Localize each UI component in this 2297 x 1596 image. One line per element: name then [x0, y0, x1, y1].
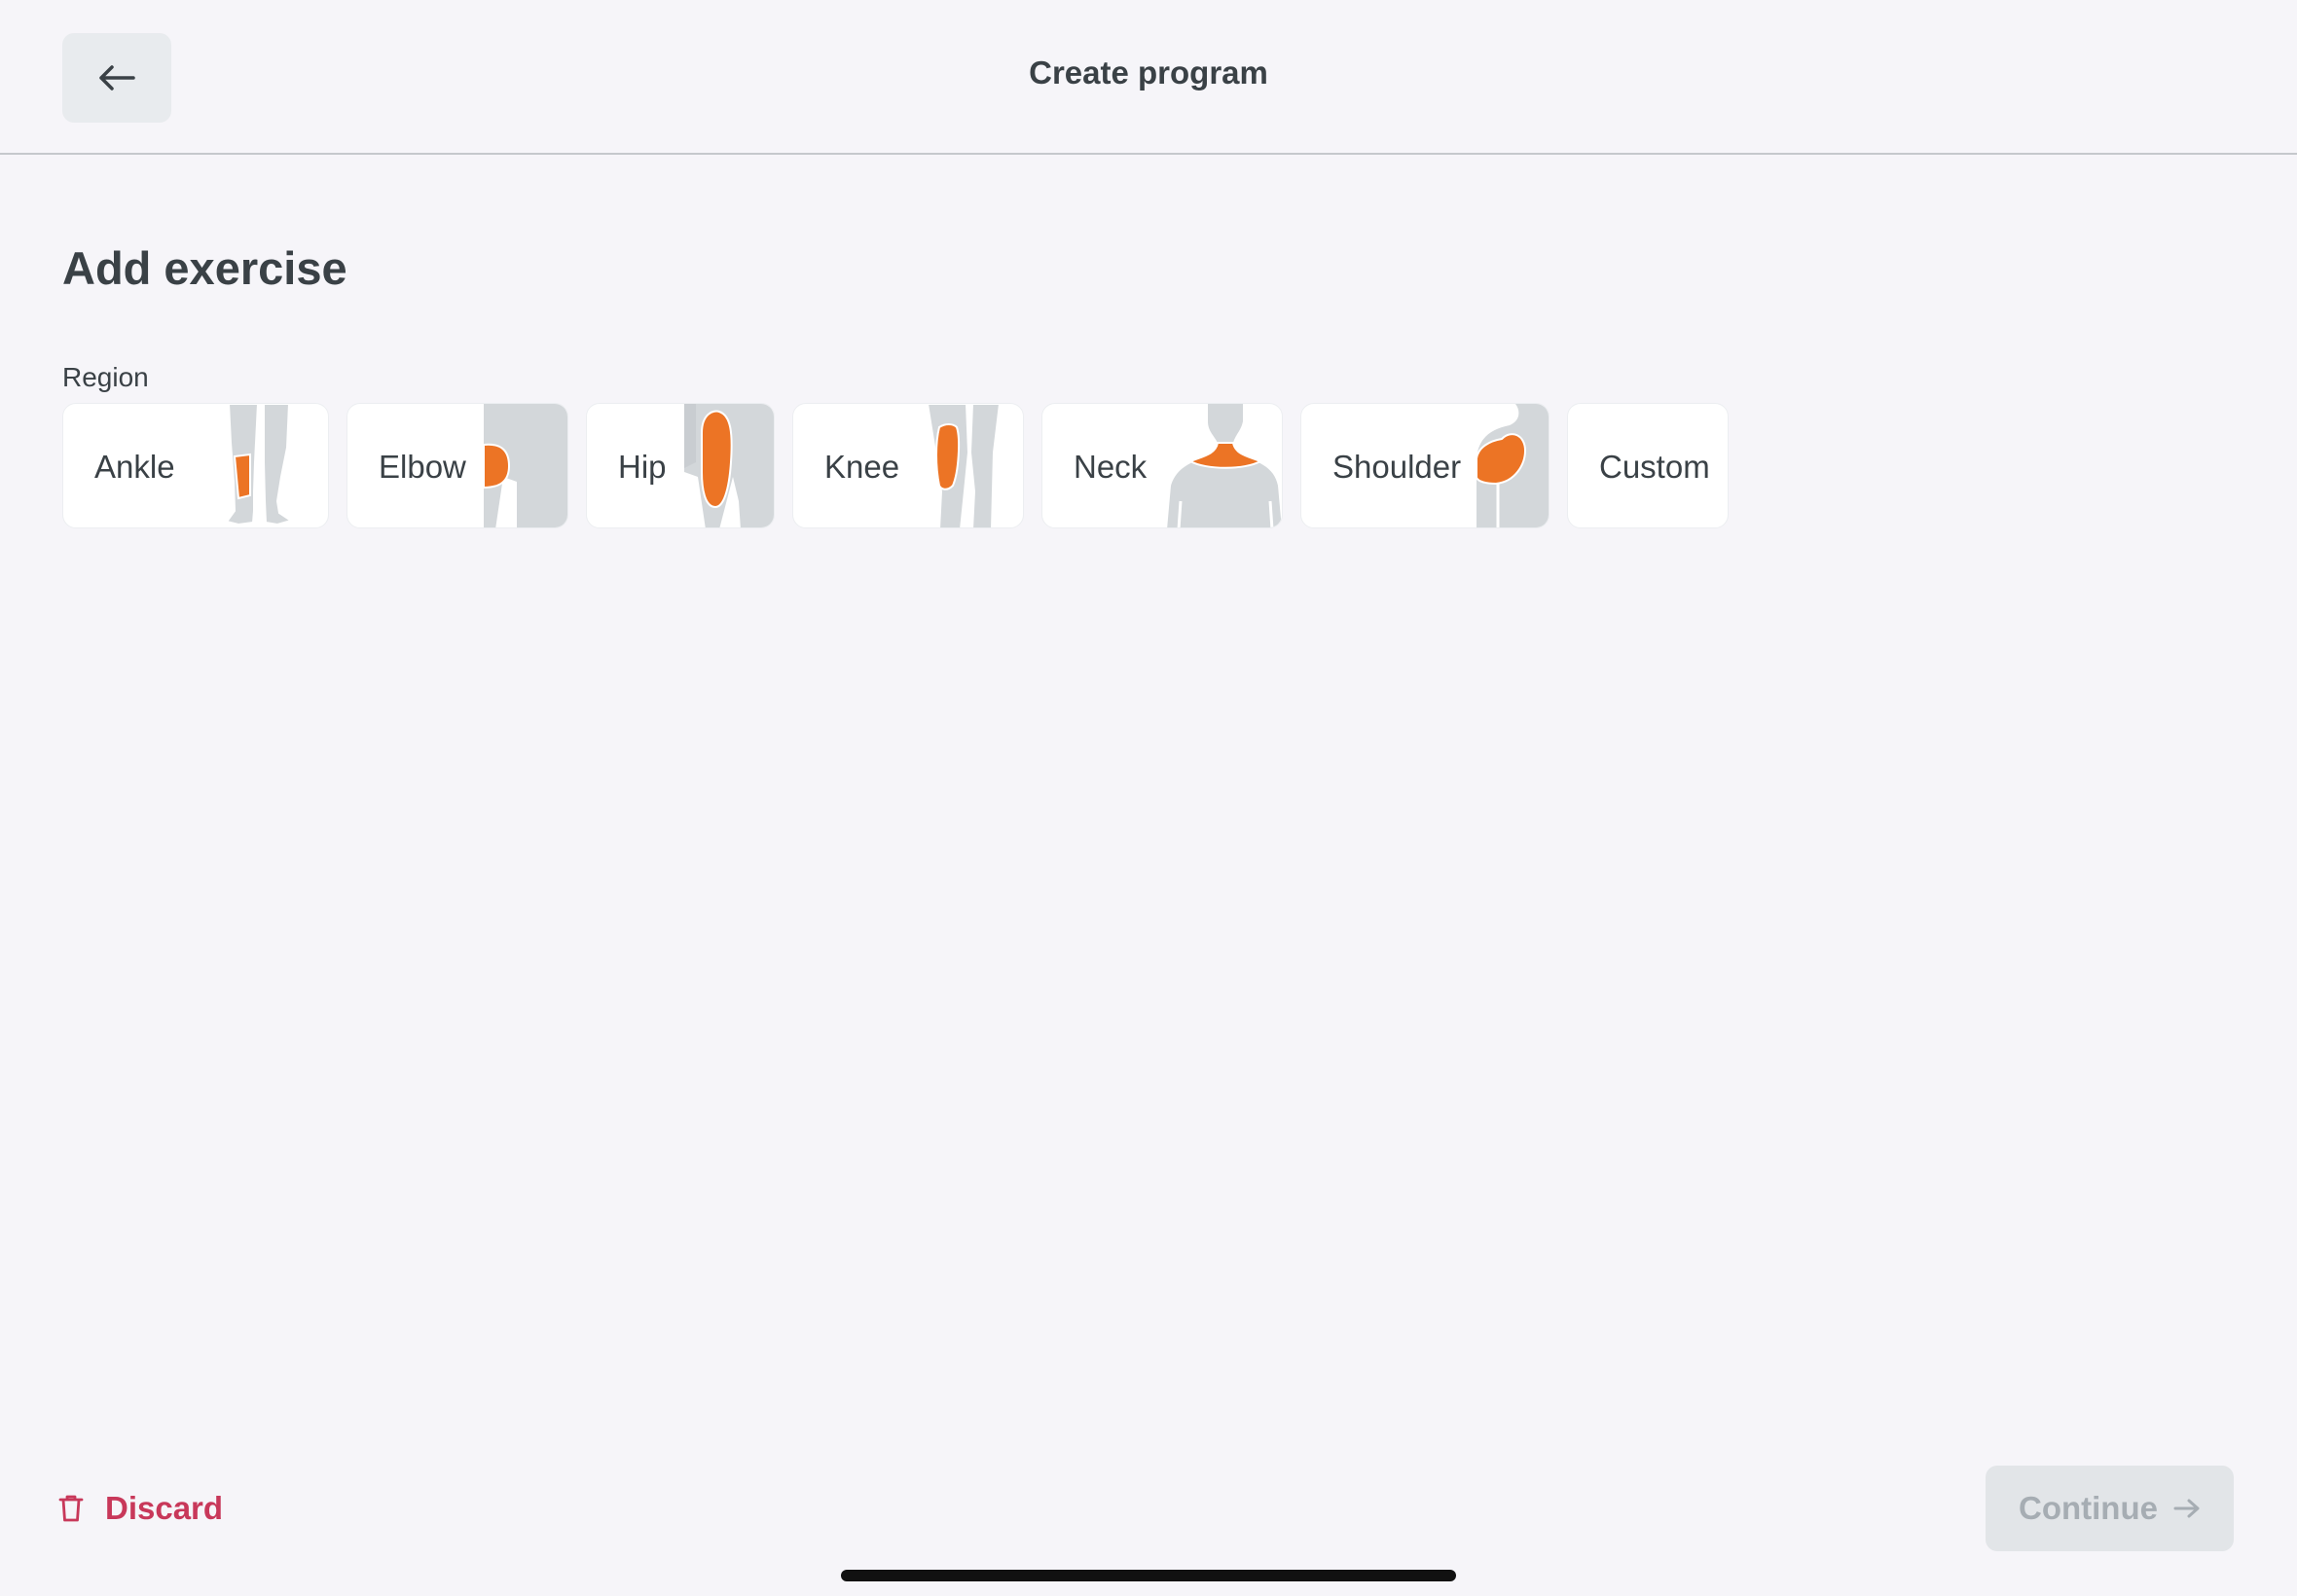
region-options: Ankle Elbow Hip Knee Neck Shoulder Custo…	[62, 403, 1729, 528]
ankle-illustration	[225, 404, 294, 526]
region-label: Region	[62, 362, 149, 392]
region-card-label: Elbow	[379, 449, 466, 485]
hip-illustration	[684, 404, 774, 527]
region-card-hip[interactable]: Hip	[586, 403, 775, 528]
region-card-label: Hip	[618, 449, 667, 485]
region-card-elbow[interactable]: Elbow	[346, 403, 568, 528]
trash-icon	[58, 1495, 84, 1522]
region-card-neck[interactable]: Neck	[1041, 403, 1283, 528]
region-card-label: Shoulder	[1332, 449, 1462, 485]
region-card-label: Neck	[1074, 449, 1148, 485]
create-program-screen: Create program Add exercise Region Ankle…	[0, 0, 2297, 1596]
elbow-illustration	[484, 404, 567, 527]
region-card-label: Knee	[824, 449, 900, 485]
discard-label: Discard	[105, 1490, 224, 1526]
shoulder-illustration	[1477, 404, 1549, 527]
arrow-right-icon	[2173, 1499, 2200, 1518]
region-card-label: Custom	[1599, 449, 1710, 485]
region-card-label: Ankle	[94, 449, 175, 485]
discard-button[interactable]: Discard	[58, 1485, 223, 1532]
region-card-knee[interactable]: Knee	[792, 403, 1024, 528]
region-card-ankle[interactable]: Ankle	[62, 403, 329, 528]
continue-label: Continue	[2019, 1490, 2158, 1526]
knee-illustration	[928, 404, 1002, 527]
region-card-shoulder[interactable]: Shoulder	[1300, 403, 1550, 528]
page-title: Create program	[1029, 54, 1268, 91]
continue-button[interactable]: Continue	[1986, 1466, 2234, 1551]
neck-illustration	[1167, 404, 1282, 527]
home-indicator[interactable]	[841, 1570, 1456, 1581]
section-title: Add exercise	[62, 242, 347, 294]
region-card-custom[interactable]: Custom	[1567, 403, 1729, 528]
top-bar: Create program	[0, 0, 2297, 155]
